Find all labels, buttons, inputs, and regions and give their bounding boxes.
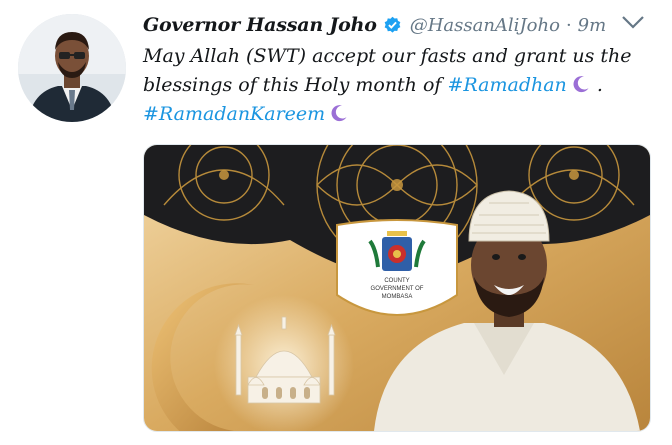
tweet-text-line2-prefix: blessings of this Holy month of bbox=[143, 74, 448, 96]
emblem-text-line1: COUNTY bbox=[384, 278, 409, 284]
chevron-down-icon[interactable] bbox=[620, 12, 646, 32]
avatar[interactable] bbox=[18, 14, 126, 122]
tweet-text-line3: #RamadanKareem bbox=[143, 100, 643, 129]
tweet-media-image[interactable]: COUNTY GOVERNMENT OF MOMBASA bbox=[143, 144, 651, 432]
emblem-text-line3: MOMBASA bbox=[382, 294, 413, 300]
tweet-header: Governor Hassan Joho @HassanAliJoho · 9m bbox=[143, 10, 612, 40]
hashtag-ramadhan[interactable]: #Ramadhan bbox=[447, 74, 566, 96]
verified-badge-icon bbox=[384, 16, 401, 33]
tweet[interactable]: Governor Hassan Joho @HassanAliJoho · 9m… bbox=[0, 0, 672, 445]
ramadan-poster: COUNTY GOVERNMENT OF MOMBASA bbox=[144, 145, 650, 431]
hashtag-ramadankareem[interactable]: #RamadanKareem bbox=[143, 103, 325, 125]
tweet-text-line2: blessings of this Holy month of #Ramadha… bbox=[143, 71, 643, 100]
timestamp[interactable]: 9m bbox=[578, 15, 607, 36]
tweet-text-line2-suffix: . bbox=[590, 74, 603, 96]
crescent-moon-icon bbox=[573, 76, 589, 93]
tweet-text-line1: May Allah (SWT) accept our fasts and gra… bbox=[143, 45, 632, 67]
handle[interactable]: @HassanAliJoho bbox=[410, 15, 560, 36]
display-name[interactable]: Governor Hassan Joho bbox=[143, 14, 377, 36]
tweet-text: May Allah (SWT) accept our fasts and gra… bbox=[143, 42, 643, 129]
emblem-text-line2: GOVERNMENT OF bbox=[371, 286, 424, 292]
crescent-moon-icon bbox=[331, 105, 347, 122]
separator-dot: · bbox=[565, 14, 572, 36]
